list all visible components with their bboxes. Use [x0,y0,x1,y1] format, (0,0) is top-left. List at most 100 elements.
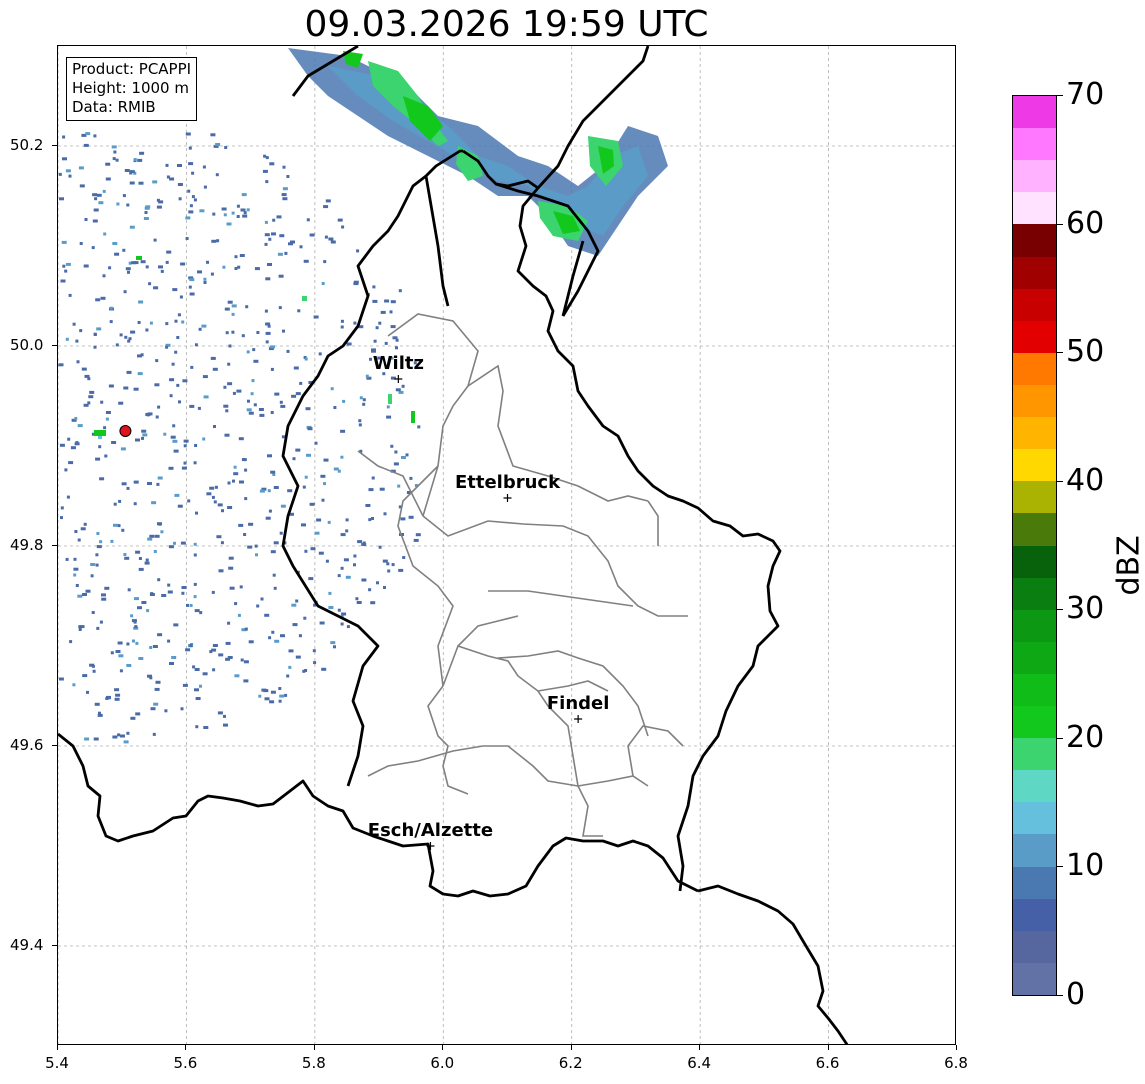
clutter-pixel [378,321,382,325]
clutter-pixel [109,320,113,324]
clutter-pixel [195,725,199,729]
clutter-pixel [98,445,102,449]
clutter-pixel [259,413,265,417]
clutter-pixel [114,697,120,701]
clutter-pixel [345,518,349,522]
clutter-pixel [274,392,280,396]
city-marker-icon [503,494,512,502]
clutter-pixel [270,470,276,474]
clutter-pixel [189,292,195,296]
clutter-pixel [268,237,272,241]
clutter-pixel [115,693,121,697]
clutter-pixel [393,462,399,466]
radar-map[interactable]: Wiltz Ettelbruck Findel Esch/Alzette Produc… [57,45,956,1045]
clutter-pixel [314,441,318,445]
clutter-pixel [116,202,120,206]
clutter-pixel [130,716,136,720]
clutter-pixel [270,367,274,371]
clutter-pixel [180,262,186,266]
clutter-pixel [126,731,130,735]
clutter-pixel [152,180,158,184]
height-label: Height: 1000 m [72,79,189,97]
clutter-pixel [402,556,406,559]
clutter-pixel [87,401,91,405]
clutter-pixel [120,447,126,451]
clutter-pixel [271,630,275,634]
clutter-pixel [286,175,290,178]
clutter-pixel [245,305,249,309]
clutter-pixel [70,446,76,450]
x-tick-mark [57,1045,58,1050]
clutter-pixel [122,194,126,198]
clutter-pixel [84,737,90,741]
clutter-pixel [270,411,274,414]
clutter-pixel [133,502,137,506]
clutter-pixel [295,392,301,396]
clutter-pixel [309,233,315,237]
clutter-pixel [241,458,245,462]
clutter-pixel [193,595,197,599]
clutter-pixel [131,261,136,265]
clutter-pixel [370,601,376,605]
precip-spots-west [94,256,415,439]
clutter-pixel [203,277,207,281]
clutter-pixel [318,551,324,555]
clutter-pixel [85,589,91,593]
clutter-pixel [299,381,303,385]
clutter-pixel [92,669,96,673]
clutter-pixel [146,609,150,613]
clutter-pixel [125,267,131,271]
clutter-pixel [362,402,366,406]
clutter-pixel [316,518,322,522]
clutter-pixel [96,545,102,549]
clutter-pixel [215,173,219,177]
clutter-pixel [282,187,288,191]
clutter-pixel [58,363,64,367]
clutter-pixel [295,655,301,659]
colorbar-segment [1013,705,1056,739]
colorbar-tick-mark [1057,480,1063,482]
clutter-pixel [241,193,247,197]
city-marker-icon [394,375,403,383]
clutter-pixel [91,246,95,250]
clutter-pixel [397,484,401,488]
clutter-pixel [143,217,149,220]
clutter-pixel [371,476,375,480]
clutter-pixel [373,339,377,343]
clutter-pixel [167,583,171,587]
clutter-pixel [185,648,191,652]
clutter-pixel [240,658,244,662]
clutter-pixel [95,553,99,557]
clutter-pixel [77,538,81,542]
colorbar-tick-mark [1057,866,1063,868]
clutter-pixel [92,219,98,223]
clutter-pixel [174,493,180,497]
clutter-pixel [66,495,70,499]
clutter-pixel [209,650,213,654]
clutter-pixel [368,588,372,592]
clutter-pixel [244,497,248,501]
clutter-pixel [95,298,101,302]
clutter-pixel [256,331,260,334]
clutter-pixel [142,433,148,437]
clutter-pixel [79,329,83,333]
clutter-pixel [74,442,80,446]
clutter-pixel [280,404,286,408]
clutter-pixel [135,712,141,716]
clutter-pixel [217,711,223,715]
colorbar-tick-mark [1057,609,1063,611]
clutter-pixel [189,404,195,408]
colorbar-segment [1013,127,1056,161]
colorbar-segment [1013,512,1056,546]
radar-clutter [58,132,421,744]
clutter-pixel [274,639,280,643]
clutter-pixel [129,170,135,174]
clutter-pixel [227,656,233,659]
clutter-pixel [309,502,315,506]
clutter-pixel [321,498,325,502]
clutter-pixel [359,396,363,400]
clutter-pixel [169,662,174,665]
clutter-pixel [268,509,272,513]
clutter-pixel [270,550,276,554]
clutter-pixel [111,441,117,444]
